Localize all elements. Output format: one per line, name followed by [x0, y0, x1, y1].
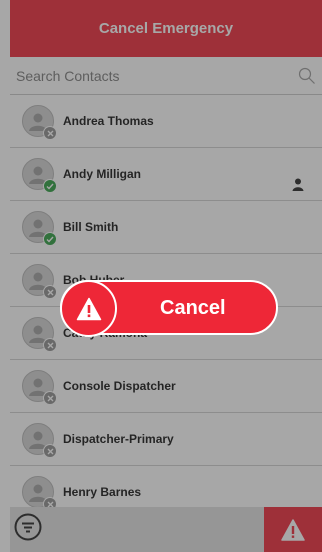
warning-icon	[76, 297, 101, 320]
cancel-emergency-button[interactable]: Cancel	[60, 280, 278, 337]
cancel-label: Cancel	[160, 297, 226, 319]
modal-dim-overlay[interactable]	[0, 0, 322, 552]
app-screen: Cancel Emergency Search Contacts Andrea …	[0, 0, 322, 552]
cancel-icon-circle	[60, 280, 117, 337]
